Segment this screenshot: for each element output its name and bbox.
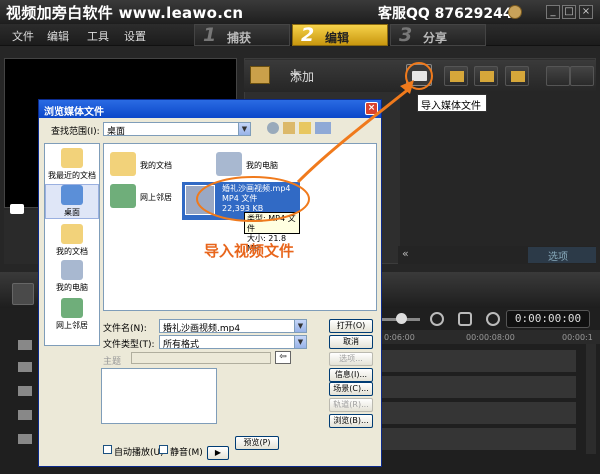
annotation-circle <box>405 62 433 90</box>
annotation-arrow <box>296 86 411 184</box>
annotation-ellipse <box>196 176 310 222</box>
import-video-callout: 导入视频文件 <box>204 242 295 260</box>
video-editor-window: 视频加旁白软件 www.leawo.cn 客服QQ 876292449 _ □ … <box>0 0 600 474</box>
annotation-overlay <box>196 62 433 222</box>
